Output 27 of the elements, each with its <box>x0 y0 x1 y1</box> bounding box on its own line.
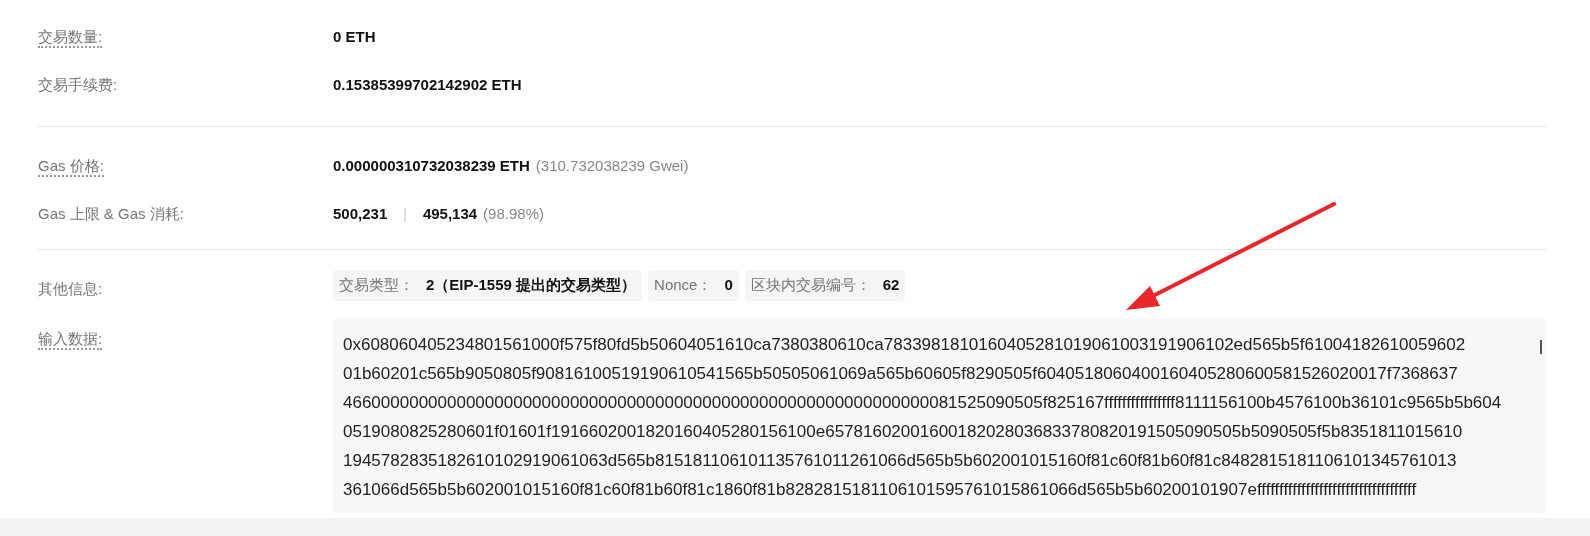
field-label: 交易数量: <box>38 28 103 48</box>
tag-label: Nonce： <box>654 276 713 295</box>
gas-used: 495,134 <box>422 205 478 222</box>
scrollbar-thumb[interactable] <box>1540 340 1542 354</box>
separator: | <box>403 205 407 222</box>
hex-line: 01b60201c565b9050805f90816100519190610541565b50505061069a565b60605f8290505f6040518060400160405280600581526020017f7368637 <box>343 363 1459 385</box>
tag-label: 区块内交易编号： <box>750 276 871 295</box>
hex-line: 0519080825280601f01601f1916602001820160405280156100e65781602001600182028036833780820191505090505b5090505f5b8351811015610 <box>343 421 1464 443</box>
field-label: Gas 价格: <box>38 157 104 177</box>
field-value: 0 ETH <box>333 28 376 45</box>
field-label: 交易手续费: <box>38 76 118 93</box>
field-label: 其他信息: <box>38 280 103 297</box>
hex-line: 0x608060405234801561000f575f80fd5b50604051610ca7380380610ca7833981810160405281019061003191906102ed565b5f61004182610059602 <box>343 334 1467 356</box>
field-value: 0.15385399702142902 ETH <box>333 76 522 93</box>
field-value: 0.000000310732038239 ETH <box>333 157 530 174</box>
hex-line: 361066d565b5b602001015160f81c60f81b60f81c1860f81b8282815181106101595761015861066d565b5b60200101907effffffffffffffffffffffffffffffffffff <box>343 479 1418 501</box>
field-label: Gas 上限 & Gas 消耗: <box>38 205 184 222</box>
tag-value: 0 <box>724 276 733 295</box>
tag-value: 62 <box>882 276 900 295</box>
tag-label: 交易类型： <box>339 276 414 295</box>
hex-line: 1945782835182610102919061063d565b815181106101135761011261066d565b5b602001015160f81c60f81b60f81c8482815181106101345761013 <box>343 450 1458 472</box>
value-note: (310.732038239 Gwei) <box>535 157 689 174</box>
tag-value: 2（EIP-1559 提出的交易类型） <box>426 276 637 295</box>
value-note: (98.98%) <box>483 205 544 222</box>
field-label: 输入数据: <box>38 330 103 350</box>
gas-limit: 500,231 <box>333 205 388 222</box>
hex-line: 46600000000000000000000000000000000000000000000000000000000000081525090505f825167ffffffffffffffff8111156100b4576100b36101c9565b5b604 <box>343 392 1503 414</box>
